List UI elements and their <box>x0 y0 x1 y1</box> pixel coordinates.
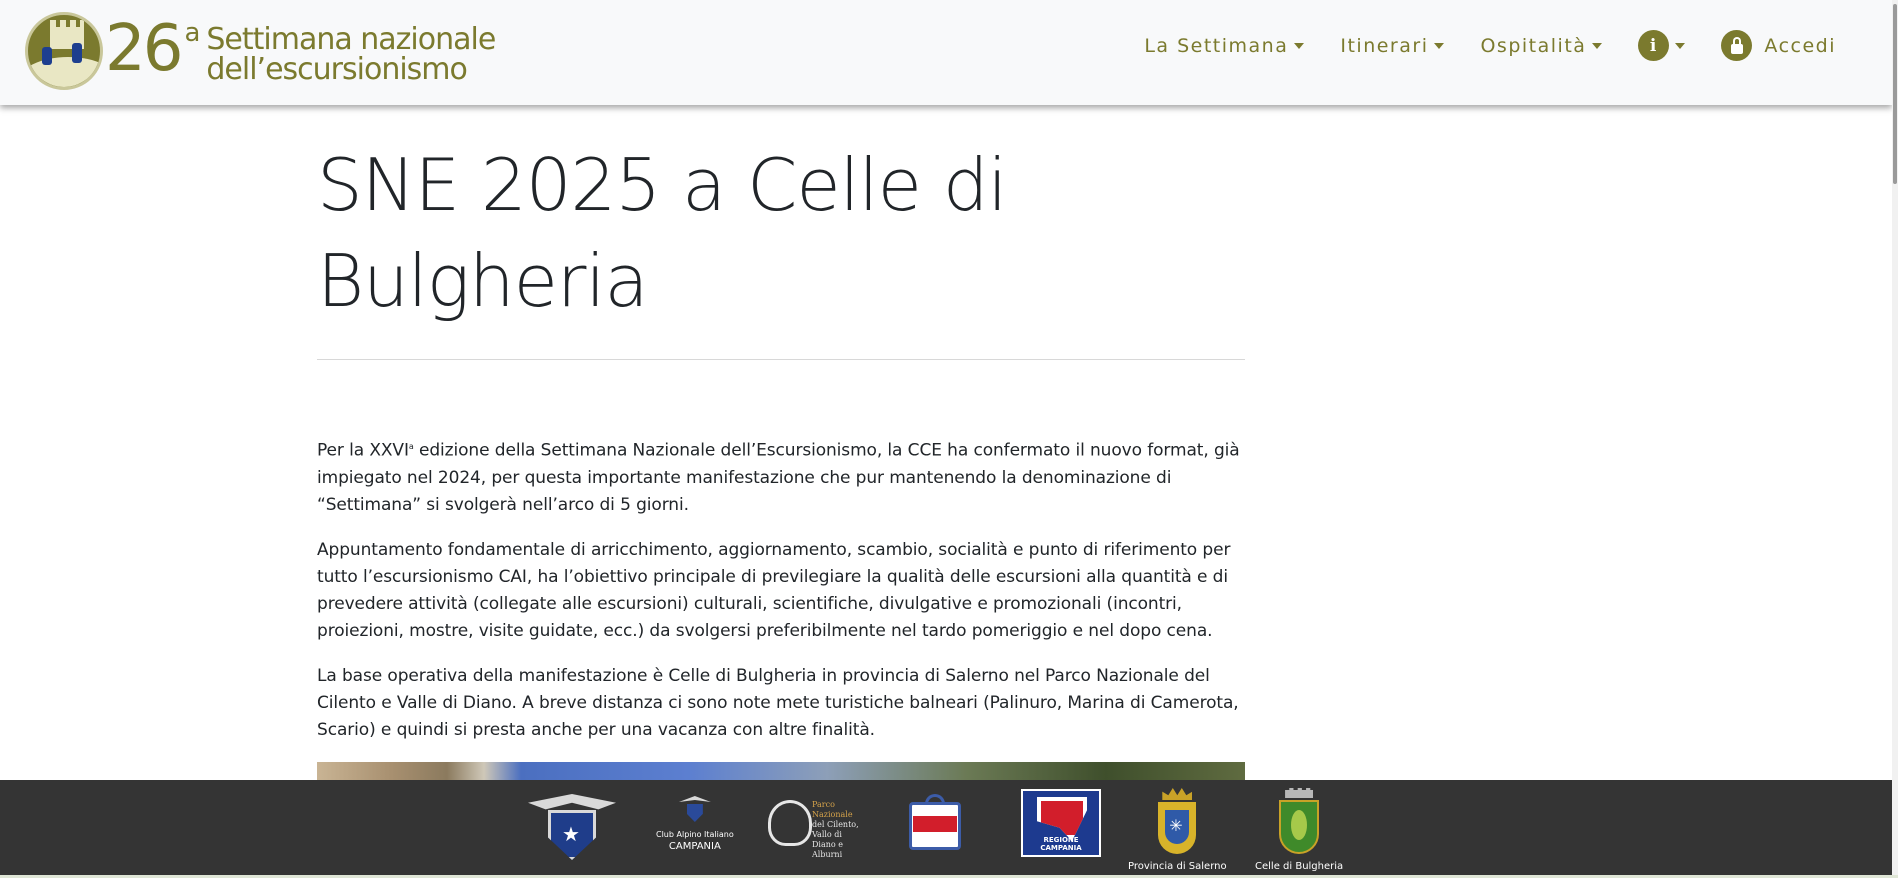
sponsor-regione-campania[interactable]: REGIONE CAMPANIA <box>1021 789 1101 857</box>
sponsor-cai[interactable]: ★ <box>526 788 618 860</box>
brand-edition-suffix: a <box>184 18 201 48</box>
nav-itinerari-label: Itinerari <box>1340 34 1429 57</box>
parco-text-a: Parco Nazionale <box>812 800 853 819</box>
nav-itinerari[interactable]: Itinerari <box>1340 34 1445 57</box>
brand-title: Settimana nazionale dell’escursionismo <box>206 22 496 87</box>
article-body: Per la XXVIa edizione della Settimana Na… <box>317 433 1245 822</box>
title-divider <box>317 359 1245 360</box>
paragraph-objectives: Appuntamento fondamentale di arricchimen… <box>317 539 1231 641</box>
regione-campania-caption: REGIONE CAMPANIA <box>1040 836 1082 852</box>
regione-campania-icon: REGIONE CAMPANIA <box>1021 789 1101 857</box>
caret-down-icon <box>1675 42 1686 49</box>
paragraph-location: La base operativa della manifestazione è… <box>317 665 1239 740</box>
brand-title-line1: Settimana nazionale <box>206 22 496 57</box>
main-content: SNE 2025 a Celle di Bulgheria Per la XXV… <box>317 105 1245 822</box>
login-button[interactable]: Accedi <box>1721 30 1836 61</box>
caret-down-icon <box>1294 42 1305 49</box>
info-icon: i <box>1638 30 1670 61</box>
sponsor-crest-icon <box>907 794 963 856</box>
cai-campania-icon <box>677 794 713 824</box>
brand-edition-number: 26 <box>105 12 183 86</box>
brand-title-line2: dell’escursionismo <box>206 52 468 87</box>
nav-la-settimana-label: La Settimana <box>1144 34 1289 57</box>
nav-info-menu[interactable]: i <box>1638 30 1686 61</box>
sponsor-parco-cilento[interactable]: Parco Nazionale del Cilento, Vallo di Dia… <box>766 794 862 859</box>
sponsor-celle-bulgheria[interactable]: Celle di Bulgheria <box>1255 788 1343 872</box>
login-label: Accedi <box>1764 34 1836 57</box>
top-navbar: 26 a Settimana nazionale dell’escursioni… <box>0 0 1892 105</box>
celle-di-bulgheria-icon <box>1271 788 1327 858</box>
lock-icon <box>1721 30 1753 61</box>
brand-home-link[interactable]: 26 a Settimana nazionale dell’escursioni… <box>25 12 496 90</box>
provincia-salerno-icon: ✳ <box>1152 788 1202 858</box>
sponsor-cai-campania-line1: Club Alpino Italiano <box>656 830 734 839</box>
provincia-salerno-caption: Provincia di Salerno <box>1128 861 1227 872</box>
sponsor-provincia-salerno[interactable]: ✳ Provincia di Salerno <box>1128 788 1227 872</box>
sponsor-cai-campania[interactable]: Club Alpino Italiano CAMPANIA <box>656 794 734 852</box>
nav-ospitalita[interactable]: Ospitalità <box>1480 34 1603 57</box>
paragraph-intro: Per la XXVIa edizione della Settimana Na… <box>317 433 1245 519</box>
sponsor-crest[interactable] <box>907 794 963 856</box>
page-scrollbar[interactable] <box>1892 0 1898 878</box>
sne-logo-icon <box>25 12 103 90</box>
caret-down-icon <box>1434 42 1445 49</box>
nav-ospitalita-label: Ospitalità <box>1480 34 1587 57</box>
paragraph-intro-start: Per la XXVI <box>317 440 409 461</box>
sponsor-cai-campania-line2: CAMPANIA <box>668 841 721 852</box>
page-title: SNE 2025 a Celle di Bulgheria <box>317 143 1008 323</box>
cai-eagle-icon: ★ <box>526 788 618 860</box>
nav-la-settimana[interactable]: La Settimana <box>1144 34 1305 57</box>
main-nav: La Settimana Itinerari Ospitalità i Acce… <box>1108 30 1836 61</box>
sponsor-footer: ★ Club Alpino Italiano CAMPANIA Parco Na… <box>0 780 1892 875</box>
parco-text-b: del Cilento, Vallo di Diano e Alburni <box>812 820 859 859</box>
caret-down-icon <box>1592 42 1603 49</box>
parco-cilento-icon: Parco Nazionale del Cilento, Vallo di Dia… <box>766 794 862 859</box>
paragraph-intro-rest: edizione della Settimana Nazionale dell’… <box>317 440 1240 515</box>
celle-di-bulgheria-caption: Celle di Bulgheria <box>1255 861 1344 872</box>
scrollbar-thumb[interactable] <box>1893 4 1897 184</box>
